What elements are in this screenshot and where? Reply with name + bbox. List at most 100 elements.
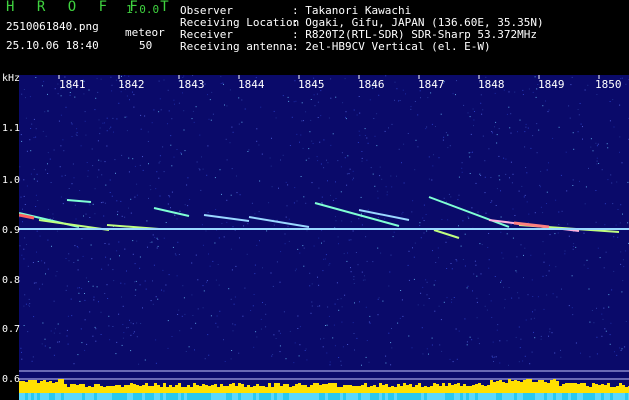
signal-level-bar	[466, 386, 469, 393]
noise-dot	[466, 344, 468, 346]
noise-dot	[560, 174, 562, 176]
noise-dot	[391, 347, 393, 349]
noise-dot	[163, 237, 165, 239]
noise-dot	[260, 106, 262, 108]
noise-dot	[568, 105, 570, 107]
signal-level-bar	[412, 387, 415, 393]
noise-dot	[423, 304, 425, 306]
noise-dot	[291, 116, 293, 118]
x-tick-label: 1844	[238, 78, 265, 91]
noise-dot	[422, 286, 424, 288]
noise-dot	[496, 142, 498, 144]
noise-dot	[323, 337, 325, 339]
noise-dot	[480, 102, 482, 104]
noise-dot	[246, 253, 248, 255]
signal-floor-bar	[460, 393, 463, 400]
signal-floor-bar	[151, 393, 154, 400]
noise-dot	[556, 296, 558, 298]
noise-dot	[21, 358, 23, 360]
noise-dot	[310, 119, 312, 121]
noise-dot	[524, 146, 526, 148]
noise-dot	[134, 196, 136, 198]
noise-dot	[231, 168, 233, 170]
noise-dot	[304, 350, 306, 351]
noise-dot	[184, 150, 186, 152]
signal-floor-bar	[481, 393, 484, 400]
noise-dot	[540, 335, 542, 337]
noise-dot	[154, 236, 156, 238]
noise-dot	[394, 99, 395, 101]
signal-level-bar	[70, 384, 73, 393]
signal-level-bar	[547, 383, 550, 393]
noise-dot	[569, 117, 571, 119]
noise-dot	[84, 120, 86, 122]
noise-dot	[402, 315, 404, 317]
signal-level-bar	[295, 384, 298, 393]
signal-level-bar	[538, 380, 541, 393]
noise-dot	[31, 360, 33, 362]
noise-dot	[588, 167, 589, 169]
noise-dot	[431, 123, 433, 125]
signal-floor-bar	[166, 393, 169, 400]
noise-dot	[294, 270, 296, 272]
noise-dot	[469, 336, 471, 338]
noise-dot	[428, 298, 430, 299]
noise-dot	[540, 170, 542, 172]
noise-dot	[113, 280, 115, 282]
noise-dot	[254, 264, 256, 266]
noise-dot	[305, 348, 307, 350]
noise-dot	[596, 163, 598, 165]
noise-dot	[161, 289, 162, 291]
noise-dot	[145, 288, 147, 290]
signal-level-bar	[382, 385, 385, 393]
noise-dot	[408, 279, 410, 281]
noise-dot	[94, 109, 96, 111]
noise-dot	[109, 128, 111, 130]
noise-dot	[530, 254, 532, 256]
noise-dot	[202, 307, 204, 309]
noise-dot	[270, 165, 272, 167]
noise-dot	[23, 305, 25, 307]
noise-dot	[546, 169, 548, 171]
signal-level-bar	[193, 383, 196, 393]
noise-dot	[226, 199, 228, 201]
noise-dot	[572, 185, 574, 186]
signal-floor-bar	[94, 393, 97, 400]
noise-dot	[199, 169, 201, 171]
noise-dot	[345, 118, 347, 120]
noise-dot	[512, 237, 514, 239]
signal-floor-bar	[343, 393, 346, 400]
signal-floor-bar	[553, 393, 556, 400]
noise-dot	[533, 317, 535, 319]
noise-dot	[233, 303, 235, 305]
noise-dot	[357, 264, 359, 266]
signal-floor-bar	[52, 393, 55, 400]
signal-floor-bar	[175, 393, 178, 400]
noise-dot	[96, 286, 98, 288]
noise-dot	[196, 161, 198, 163]
noise-dot	[294, 187, 296, 189]
noise-dot	[128, 157, 130, 159]
noise-dot	[157, 298, 159, 300]
noise-dot	[479, 243, 481, 245]
noise-dot	[269, 157, 271, 159]
signal-floor-bar	[91, 393, 94, 400]
noise-dot	[100, 160, 102, 162]
noise-dot	[376, 145, 378, 147]
noise-dot	[231, 126, 233, 128]
noise-dot	[394, 81, 396, 83]
signal-floor-bar	[463, 393, 466, 400]
noise-dot	[51, 245, 52, 247]
signal-level-bar	[421, 387, 424, 393]
noise-dot	[222, 82, 224, 84]
noise-dot	[289, 145, 291, 146]
noise-dot	[35, 128, 37, 130]
signal-floor-bar	[598, 393, 601, 400]
signal-level-bar	[433, 383, 436, 393]
noise-dot	[132, 91, 133, 93]
noise-dot	[450, 263, 452, 264]
signal-floor-bar	[295, 393, 298, 400]
noise-dot	[463, 104, 465, 106]
noise-dot	[45, 273, 46, 275]
noise-dot	[236, 192, 238, 194]
